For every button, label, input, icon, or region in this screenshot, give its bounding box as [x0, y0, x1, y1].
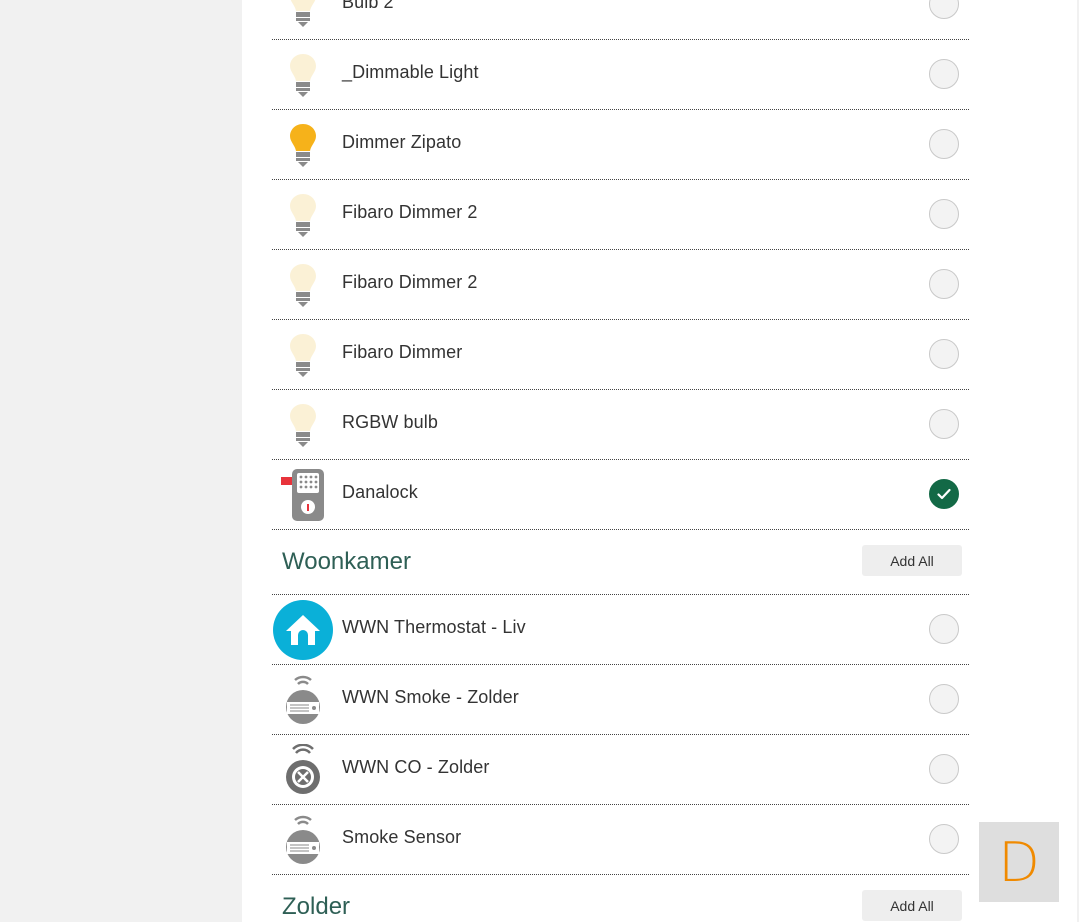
select-radio-checked[interactable]	[929, 479, 959, 509]
device-row[interactable]: WWN Thermostat - Liv	[272, 595, 969, 665]
device-row[interactable]: Smoke Sensor	[272, 805, 969, 875]
device-label: WWN Smoke - Zolder	[342, 687, 519, 707]
smoke-sensor-icon	[272, 809, 334, 871]
device-label: RGBW bulb	[342, 412, 438, 432]
select-radio[interactable]	[929, 754, 959, 784]
select-radio[interactable]	[929, 269, 959, 299]
device-label: Fibaro Dimmer	[342, 342, 463, 362]
add-all-button[interactable]: Add All	[862, 890, 962, 921]
device-label: Fibaro Dimmer 2	[342, 272, 478, 292]
device-label: Fibaro Dimmer 2	[342, 202, 478, 222]
bulb-off-icon	[272, 44, 334, 106]
room-section-header: Woonkamer Add All	[272, 530, 969, 595]
device-list-panel: Bulb 2 _Dimmable Light Dimmer Zipato Fib…	[242, 0, 1077, 922]
check-icon	[937, 488, 951, 500]
select-radio[interactable]	[929, 59, 959, 89]
room-title: Zolder	[282, 893, 351, 920]
device-row[interactable]: Dimmer Zipato	[272, 110, 969, 180]
device-label: _Dimmable Light	[342, 62, 479, 82]
device-row[interactable]: Bulb 2	[272, 0, 969, 40]
device-label: Smoke Sensor	[342, 827, 462, 847]
select-radio[interactable]	[929, 0, 959, 19]
device-list: Bulb 2 _Dimmable Light Dimmer Zipato Fib…	[272, 0, 969, 922]
device-row[interactable]: Fibaro Dimmer 2	[272, 250, 969, 320]
device-label: WWN CO - Zolder	[342, 757, 490, 777]
device-row[interactable]: RGBW bulb	[272, 390, 969, 460]
bulb-off-icon	[272, 0, 334, 36]
bulb-off-icon	[272, 254, 334, 316]
thermostat-home-icon	[272, 599, 334, 661]
add-all-button[interactable]: Add All	[862, 545, 962, 576]
device-row[interactable]: Danalock	[272, 460, 969, 530]
device-row[interactable]: WWN Smoke - Zolder	[272, 665, 969, 735]
select-radio[interactable]	[929, 199, 959, 229]
device-label: Dimmer Zipato	[342, 132, 462, 152]
device-label: WWN Thermostat - Liv	[342, 617, 526, 637]
device-row[interactable]: WWN CO - Zolder	[272, 735, 969, 805]
select-radio[interactable]	[929, 129, 959, 159]
smoke-sensor-icon	[272, 669, 334, 731]
door-lock-icon	[272, 464, 334, 526]
select-radio[interactable]	[929, 824, 959, 854]
select-radio[interactable]	[929, 339, 959, 369]
device-label: Bulb 2	[342, 0, 394, 12]
user-avatar[interactable]: D	[979, 822, 1059, 902]
bulb-off-icon	[272, 394, 334, 456]
select-radio[interactable]	[929, 409, 959, 439]
select-radio[interactable]	[929, 684, 959, 714]
select-radio[interactable]	[929, 614, 959, 644]
device-label: Danalock	[342, 482, 418, 502]
avatar-initial: D	[998, 830, 1040, 894]
device-row[interactable]: _Dimmable Light	[272, 40, 969, 110]
bulb-off-icon	[272, 324, 334, 386]
co-sensor-icon	[272, 739, 334, 801]
room-section-header: Zolder Add All	[272, 875, 969, 922]
bulb-off-icon	[272, 184, 334, 246]
room-title: Woonkamer	[282, 548, 411, 575]
device-row[interactable]: Fibaro Dimmer 2	[272, 180, 969, 250]
device-row[interactable]: Fibaro Dimmer	[272, 320, 969, 390]
bulb-on-icon	[272, 114, 334, 176]
